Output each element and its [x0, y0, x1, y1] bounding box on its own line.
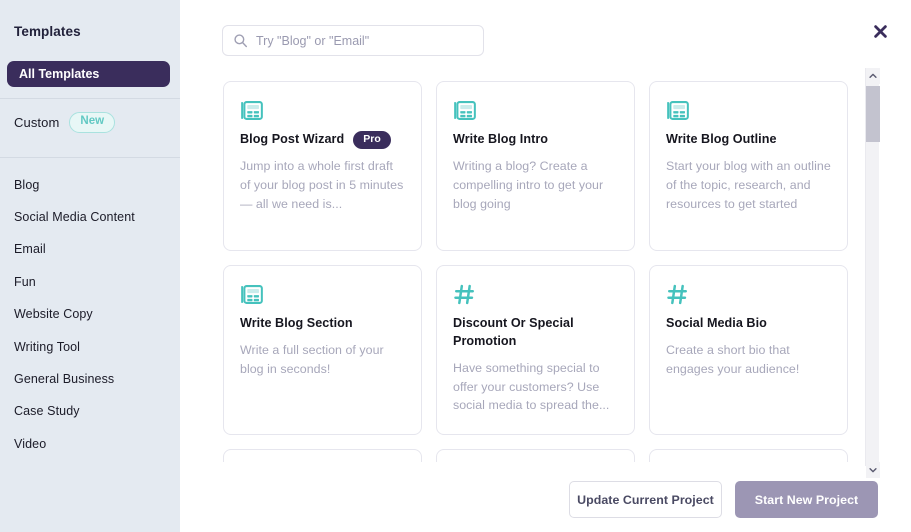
- card-title: Discount Or Special Promotion: [453, 315, 619, 351]
- update-current-project-button[interactable]: Update Current Project: [569, 481, 722, 518]
- article-icon: [240, 283, 263, 306]
- card-title-row: Write Blog Section: [240, 315, 406, 333]
- card-description: Jump into a whole first draft of your bl…: [240, 157, 406, 214]
- article-icon: [666, 99, 689, 122]
- template-card[interactable]: [649, 449, 848, 462]
- sidebar-item-label: Custom: [14, 115, 59, 130]
- article-icon: [240, 99, 263, 122]
- scrollbar-thumb[interactable]: [866, 86, 880, 142]
- card-description: Start your blog with an outline of the t…: [666, 157, 832, 214]
- card-title-row: Discount Or Special Promotion: [453, 315, 619, 351]
- sidebar-item-social-media-content[interactable]: Social Media Content: [0, 201, 180, 233]
- card-title: Blog Post Wizard: [240, 131, 344, 149]
- sidebar-item-case-study[interactable]: Case Study: [0, 395, 180, 427]
- search-icon: [233, 33, 248, 48]
- sidebar-item-label: Blog: [14, 178, 39, 192]
- hash-icon: [666, 283, 689, 306]
- sidebar-item-website-copy[interactable]: Website Copy: [0, 298, 180, 330]
- sidebar-item-fun[interactable]: Fun: [0, 266, 180, 298]
- sidebar-item-writing-tool[interactable]: Writing Tool: [0, 330, 180, 362]
- sidebar-item-video[interactable]: Video: [0, 428, 180, 460]
- card-title: Social Media Bio: [666, 315, 767, 333]
- sidebar-item-custom[interactable]: Custom New: [0, 99, 180, 146]
- hash-icon: [453, 283, 476, 306]
- footer-actions: Update Current Project Start New Project: [569, 481, 878, 518]
- search-input[interactable]: [256, 34, 473, 48]
- sidebar-item-general-business[interactable]: General Business: [0, 363, 180, 395]
- template-card[interactable]: Write Blog Section Write a full section …: [223, 265, 422, 435]
- card-title: Write Blog Section: [240, 315, 353, 333]
- chevron-down-icon[interactable]: [866, 462, 880, 478]
- template-card[interactable]: Social Media Bio Create a short bio that…: [649, 265, 848, 435]
- template-card[interactable]: Blog Post Wizard Pro Jump into a whole f…: [223, 81, 422, 251]
- card-description: Write a full section of your blog in sec…: [240, 341, 406, 379]
- template-card[interactable]: [223, 449, 422, 462]
- sidebar-item-blog[interactable]: Blog: [0, 169, 180, 201]
- sidebar-item-label: General Business: [14, 372, 114, 386]
- pro-badge: Pro: [353, 131, 391, 149]
- card-description: Create a short bio that engages your aud…: [666, 341, 832, 379]
- card-title-row: Write Blog Outline: [666, 131, 832, 149]
- sidebar-item-label: Email: [14, 242, 46, 256]
- sidebar-category-list: Blog Social Media Content Email Fun Webs…: [0, 158, 180, 461]
- sidebar-item-label: Website Copy: [14, 307, 93, 321]
- sidebar-item-email[interactable]: Email: [0, 233, 180, 265]
- template-card[interactable]: Discount Or Special Promotion Have somet…: [436, 265, 635, 435]
- card-description: Have something special to offer your cus…: [453, 359, 619, 416]
- chevron-up-icon[interactable]: [866, 68, 880, 84]
- page-title: Templates: [0, 0, 180, 39]
- card-title: Write Blog Intro: [453, 131, 548, 149]
- search-box[interactable]: [222, 25, 484, 56]
- card-title-row: Social Media Bio: [666, 315, 832, 333]
- start-new-project-button[interactable]: Start New Project: [735, 481, 878, 518]
- templates-grid-viewport: Blog Post Wizard Pro Jump into a whole f…: [222, 62, 890, 462]
- card-title-row: Write Blog Intro: [453, 131, 619, 149]
- all-templates-wrap: All Templates: [0, 39, 180, 87]
- template-card[interactable]: Write Blog Intro Writing a blog? Create …: [436, 81, 635, 251]
- sidebar-item-label: Writing Tool: [14, 340, 80, 354]
- templates-modal: Templates All Templates Custom New Blog …: [0, 0, 911, 532]
- vertical-scrollbar[interactable]: [865, 68, 879, 478]
- main-panel: Blog Post Wizard Pro Jump into a whole f…: [180, 0, 911, 532]
- sidebar-item-label: Fun: [14, 275, 36, 289]
- scrollbar-track[interactable]: [866, 84, 880, 462]
- sidebar-item-all-templates[interactable]: All Templates: [7, 61, 170, 87]
- sidebar: Templates All Templates Custom New Blog …: [0, 0, 180, 532]
- sidebar-item-label: Case Study: [14, 404, 80, 418]
- templates-grid: Blog Post Wizard Pro Jump into a whole f…: [222, 62, 890, 462]
- template-card[interactable]: [436, 449, 635, 462]
- search-wrap: [222, 25, 484, 56]
- sidebar-item-label: Social Media Content: [14, 210, 135, 224]
- sidebar-item-label: Video: [14, 437, 46, 451]
- new-badge: New: [69, 112, 115, 133]
- article-icon: [453, 99, 476, 122]
- sidebar-item-label: All Templates: [19, 69, 99, 79]
- card-description: Writing a blog? Create a compelling intr…: [453, 157, 619, 214]
- close-button[interactable]: [869, 20, 891, 42]
- template-card[interactable]: Write Blog Outline Start your blog with …: [649, 81, 848, 251]
- card-title-row: Blog Post Wizard Pro: [240, 131, 406, 149]
- card-title: Write Blog Outline: [666, 131, 777, 149]
